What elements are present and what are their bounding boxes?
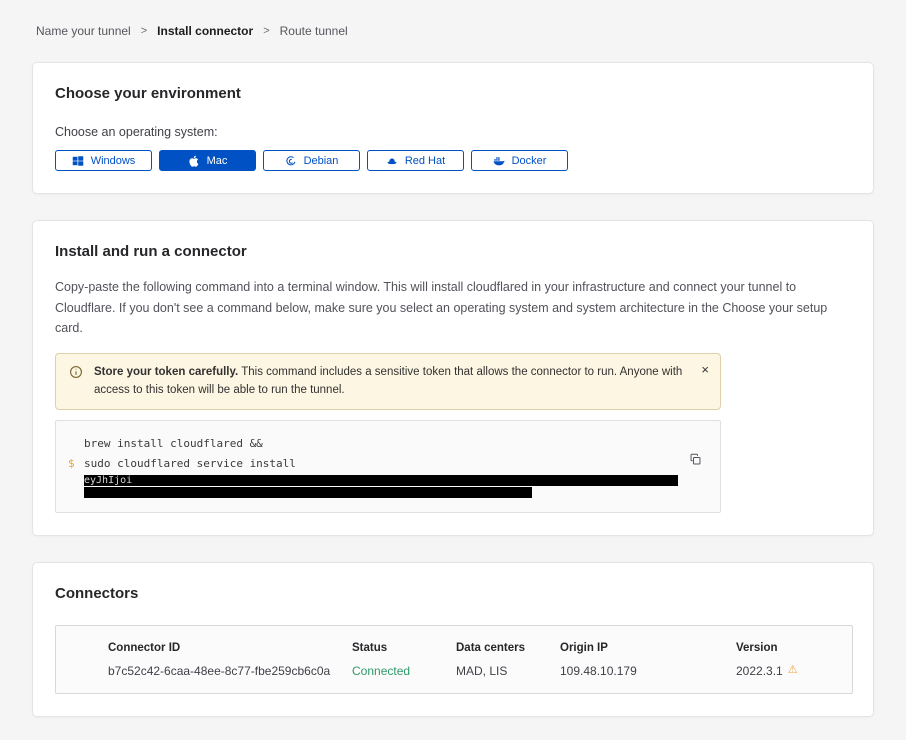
connectors-table: Connector ID Status Data centers Origin …	[55, 625, 853, 694]
header-data-centers: Data centers	[456, 642, 560, 654]
breadcrumb-step-route-tunnel[interactable]: Route tunnel	[280, 24, 348, 38]
install-command-codeblock: $ brew install cloudflared && sudo cloud…	[55, 420, 721, 513]
copy-icon[interactable]	[689, 453, 702, 466]
install-card-title: Install and run a connector	[55, 243, 851, 261]
os-button-windows[interactable]: Windows	[55, 150, 152, 171]
install-connector-card: Install and run a connector Copy-paste t…	[32, 220, 874, 536]
breadcrumb: Name your tunnel > Install connector > R…	[36, 24, 874, 38]
connectors-table-header: Connector ID Status Data centers Origin …	[108, 642, 852, 654]
redacted-token-line-2	[84, 487, 532, 498]
page: Name your tunnel > Install connector > R…	[0, 0, 906, 740]
header-origin-ip: Origin IP	[560, 642, 736, 654]
header-version: Version	[736, 642, 852, 654]
cell-connector-id: b7c52c42-6caa-48ee-8c77-fbe259cb6c0a	[108, 664, 352, 678]
os-button-label: Windows	[91, 155, 136, 167]
close-icon[interactable]: ×	[701, 363, 709, 376]
apple-icon	[188, 155, 200, 167]
os-select-label: Choose an operating system:	[55, 125, 851, 139]
install-card-description: Copy-paste the following command into a …	[55, 277, 851, 339]
connectors-card-title: Connectors	[55, 585, 851, 603]
header-connector-id: Connector ID	[108, 642, 352, 654]
info-icon	[69, 365, 83, 379]
breadcrumb-separator: >	[263, 25, 269, 37]
debian-icon	[285, 155, 297, 167]
breadcrumb-separator: >	[141, 25, 147, 37]
shell-prompt: $	[68, 454, 75, 474]
os-button-debian[interactable]: Debian	[263, 150, 360, 171]
code-line-service-install: sudo cloudflared service install	[84, 454, 680, 474]
redacted-token-line-1: eyJhIjoi	[84, 475, 678, 486]
table-row: b7c52c42-6caa-48ee-8c77-fbe259cb6c0a Con…	[108, 664, 852, 678]
os-button-label: Mac	[207, 155, 228, 167]
breadcrumb-step-name-your-tunnel[interactable]: Name your tunnel	[36, 24, 131, 38]
os-button-mac[interactable]: Mac	[159, 150, 256, 171]
os-button-redhat[interactable]: Red Hat	[367, 150, 464, 171]
os-button-row: Windows Mac Debian Red Hat	[55, 150, 851, 171]
os-button-label: Red Hat	[405, 155, 445, 167]
environment-card-title: Choose your environment	[55, 85, 851, 103]
breadcrumb-step-install-connector[interactable]: Install connector	[157, 24, 253, 38]
os-button-docker[interactable]: Docker	[471, 150, 568, 171]
warning-bold-text: Store your token carefully.	[94, 366, 238, 378]
os-button-label: Debian	[304, 155, 339, 167]
windows-icon	[72, 155, 84, 167]
cell-version: 2022.3.1 ⚠	[736, 664, 852, 678]
cell-data-centers: MAD, LIS	[456, 664, 560, 678]
header-status: Status	[352, 642, 456, 654]
os-button-label: Docker	[512, 155, 547, 167]
connectors-card: Connectors Connector ID Status Data cent…	[32, 562, 874, 717]
status-badge: Connected	[352, 664, 456, 678]
redhat-icon	[386, 155, 398, 167]
choose-environment-card: Choose your environment Choose an operat…	[32, 62, 874, 194]
docker-icon	[493, 155, 505, 167]
version-value: 2022.3.1	[736, 664, 783, 678]
code-line-brew: brew install cloudflared &&	[84, 434, 680, 454]
token-warning-banner: Store your token carefully. This command…	[55, 353, 721, 410]
cell-origin-ip: 109.48.10.179	[560, 664, 736, 678]
version-warning-icon: ⚠	[788, 665, 798, 676]
token-prefix: eyJhIjoi	[84, 475, 132, 486]
